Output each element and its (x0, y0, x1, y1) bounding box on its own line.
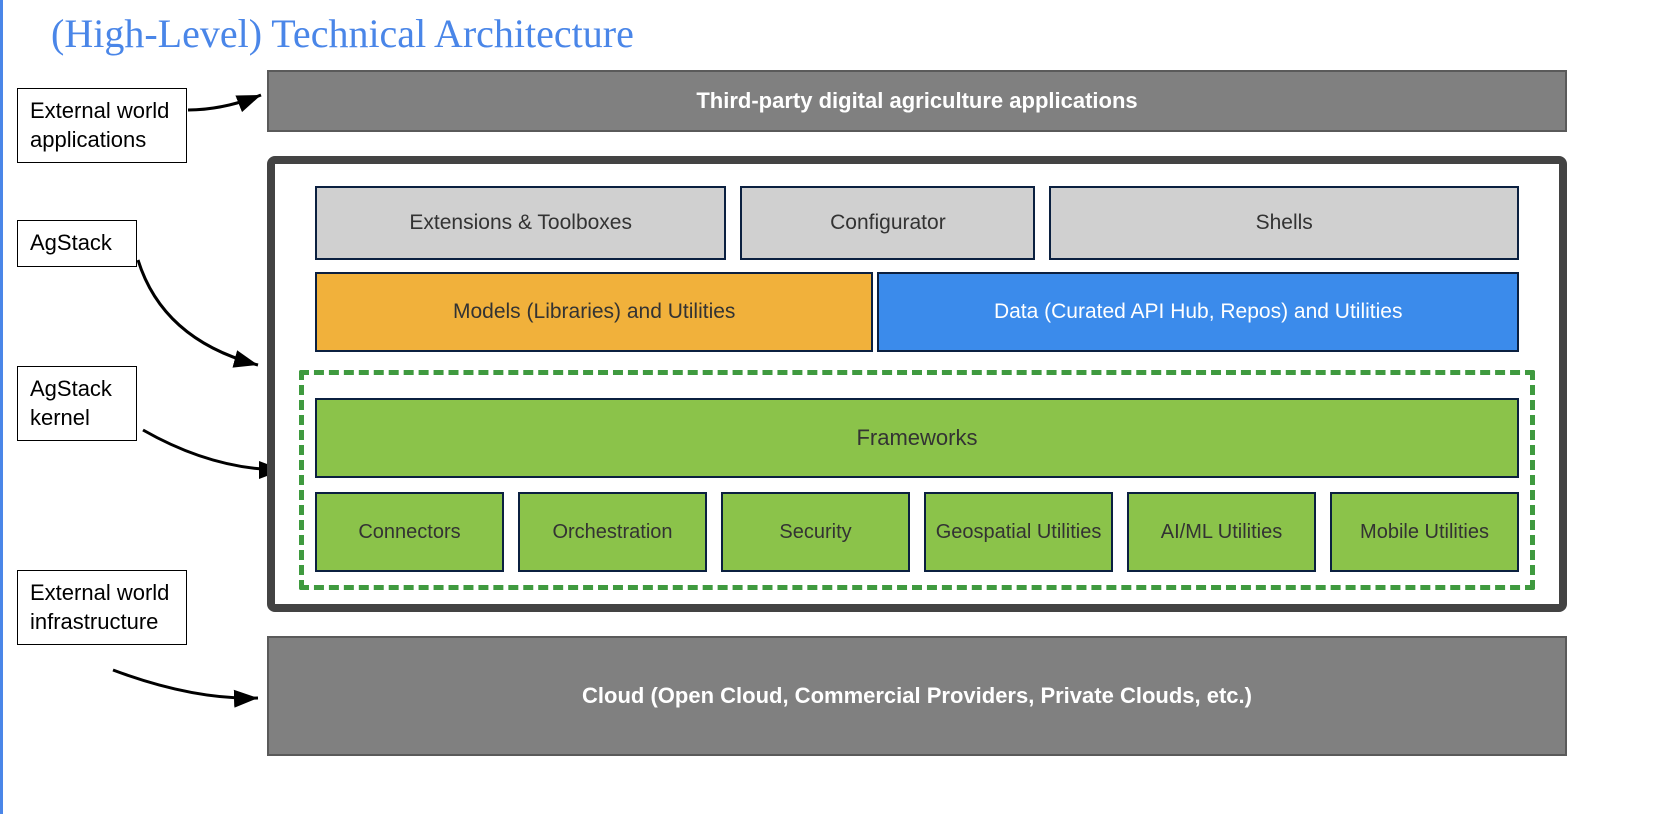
connectors-box: Connectors (315, 492, 504, 572)
agstack-container: Extensions & Toolboxes Configurator Shel… (267, 156, 1567, 612)
utilities-row: Connectors Orchestration Security Geospa… (315, 492, 1519, 572)
arrow-external-infra (103, 660, 283, 730)
third-party-apps-layer: Third-party digital agriculture applicat… (267, 70, 1567, 132)
aiml-utilities-box: AI/ML Utilities (1127, 492, 1316, 572)
mid-row: Models (Libraries) and Utilities Data (C… (315, 272, 1519, 352)
shells-box: Shells (1049, 186, 1519, 260)
data-utilities-box: Data (Curated API Hub, Repos) and Utilit… (877, 272, 1519, 352)
extensions-toolboxes-box: Extensions & Toolboxes (315, 186, 726, 260)
frameworks-box: Frameworks (315, 398, 1519, 478)
cloud-layer: Cloud (Open Cloud, Commercial Providers,… (267, 636, 1567, 756)
callout-external-infra: External world infrastructure (17, 570, 187, 645)
security-box: Security (721, 492, 910, 572)
models-utilities-box: Models (Libraries) and Utilities (315, 272, 873, 352)
orchestration-box: Orchestration (518, 492, 707, 572)
arrow-agstack (103, 250, 283, 380)
callout-external-apps: External world applications (17, 88, 187, 163)
mobile-utilities-box: Mobile Utilities (1330, 492, 1519, 572)
tools-row: Extensions & Toolboxes Configurator Shel… (315, 186, 1519, 260)
callout-agstack-kernel: AgStack kernel (17, 366, 137, 441)
geospatial-utilities-box: Geospatial Utilities (924, 492, 1113, 572)
diagram-title: (High-Level) Technical Architecture (51, 10, 634, 57)
configurator-box: Configurator (740, 186, 1035, 260)
callout-agstack: AgStack (17, 220, 137, 267)
